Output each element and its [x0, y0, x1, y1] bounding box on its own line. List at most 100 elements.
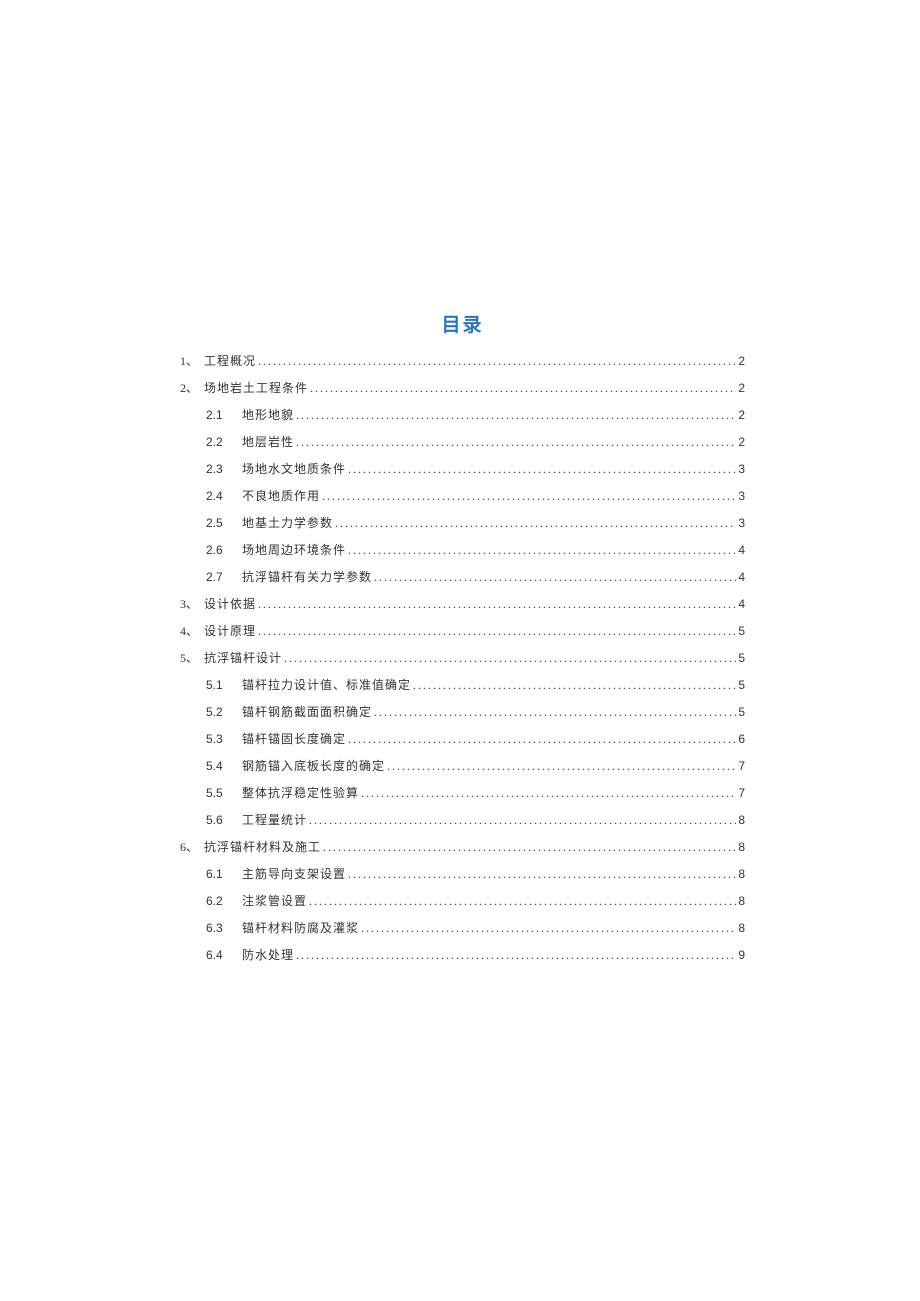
toc-entry-text: 整体抗浮稳定性验算	[242, 787, 359, 799]
toc-entry-text: 设计依据	[204, 598, 256, 610]
toc-entry-page: 8	[738, 922, 745, 934]
toc-entry-page: 2	[738, 436, 745, 448]
toc-leader-dots	[310, 382, 736, 394]
toc-entry: 2.4 不良地质作用 3	[206, 490, 745, 502]
toc-entry-text: 场地水文地质条件	[242, 463, 346, 475]
toc-entry-text: 注浆管设置	[242, 895, 307, 907]
toc-leader-dots	[309, 814, 736, 826]
toc-entry: 2.6场地周边环境条件4	[206, 544, 745, 556]
toc-entry: 5.6工程量统计 8	[206, 814, 745, 826]
toc-leader-dots	[335, 517, 736, 529]
toc-entry-number: 6.2	[206, 895, 224, 907]
toc-list: 1、工程概况22、场地岩土工程条件22.1地形地貌22.2地层岩性 22.3场地…	[180, 355, 745, 961]
toc-entry: 2.3 场地水文地质条件 3	[206, 463, 745, 475]
toc-entry-text: 抗浮锚杆材料及施工	[204, 841, 321, 853]
toc-entry: 4、设计原理5	[180, 625, 745, 637]
toc-entry-number: 6、	[180, 841, 198, 853]
toc-entry-page: 3	[738, 517, 745, 529]
toc-title: 目录	[180, 310, 745, 337]
toc-entry-page: 8	[738, 814, 745, 826]
toc-entry-text: 场地周边环境条件	[242, 544, 346, 556]
toc-entry: 2.2 地层岩性 2	[206, 436, 745, 448]
toc-entry-text: 不良地质作用	[242, 490, 320, 502]
toc-entry: 6.3锚杆材料防腐及灌浆8	[206, 922, 745, 934]
toc-leader-dots	[348, 733, 736, 745]
toc-leader-dots	[361, 787, 736, 799]
toc-entry-page: 7	[738, 787, 745, 799]
toc-entry-page: 5	[738, 679, 745, 691]
toc-leader-dots	[309, 895, 736, 907]
toc-leader-dots	[374, 706, 736, 718]
toc-entry-text: 工程概况	[204, 355, 256, 367]
toc-entry-number: 2.2	[206, 436, 224, 448]
toc-leader-dots	[296, 409, 736, 421]
toc-entry-text: 抗浮锚杆设计	[204, 652, 282, 664]
toc-entry-number: 5.6	[206, 814, 224, 826]
toc-entry: 2、场地岩土工程条件2	[180, 382, 745, 394]
toc-entry-page: 2	[738, 382, 745, 394]
toc-entry-text: 主筋导向支架设置	[242, 868, 346, 880]
toc-entry-text: 地基土力学参数	[242, 517, 333, 529]
toc-entry-text: 锚杆钢筋截面面积确定	[242, 706, 372, 718]
toc-entry: 5.1 锚杆拉力设计值、标准值确定 5	[206, 679, 745, 691]
toc-entry-number: 2.5	[206, 517, 224, 529]
toc-leader-dots	[296, 949, 736, 961]
toc-leader-dots	[348, 544, 736, 556]
toc-entry-page: 3	[738, 463, 745, 475]
toc-entry-number: 2.3	[206, 463, 224, 475]
toc-entry-number: 2.1	[206, 409, 224, 421]
toc-entry-number: 6.1	[206, 868, 224, 880]
toc-entry: 6、抗浮锚杆材料及施工 8	[180, 841, 745, 853]
toc-entry: 1、工程概况2	[180, 355, 745, 367]
toc-entry: 2.1 地形地貌 2	[206, 409, 745, 421]
toc-entry: 5.5 整体抗浮稳定性验算 7	[206, 787, 745, 799]
toc-entry: 5.2 锚杆钢筋截面面积确定 5	[206, 706, 745, 718]
toc-entry-page: 5	[738, 652, 745, 664]
toc-entry-text: 钢筋锚入底板长度的确定	[242, 760, 385, 772]
toc-entry: 6.2注浆管设置 8	[206, 895, 745, 907]
toc-entry-number: 5.1	[206, 679, 224, 691]
toc-entry-number: 4、	[180, 625, 198, 637]
toc-entry-page: 2	[738, 409, 745, 421]
toc-entry-number: 5、	[180, 652, 198, 664]
toc-entry-text: 设计原理	[204, 625, 256, 637]
toc-entry-page: 3	[738, 490, 745, 502]
toc-entry: 5.4 钢筋锚入底板长度的确定 7	[206, 760, 745, 772]
toc-leader-dots	[284, 652, 736, 664]
toc-entry-page: 4	[738, 598, 745, 610]
toc-entry-number: 2.6	[206, 544, 224, 556]
toc-entry-text: 抗浮锚杆有关力学参数	[242, 571, 372, 583]
toc-entry-number: 5.5	[206, 787, 224, 799]
toc-entry-page: 8	[738, 841, 745, 853]
toc-entry-page: 8	[738, 868, 745, 880]
toc-entry-page: 4	[738, 571, 745, 583]
toc-leader-dots	[361, 922, 736, 934]
toc-entry-number: 2.4	[206, 490, 224, 502]
toc-entry: 2.7抗浮锚杆有关力学参数4	[206, 571, 745, 583]
toc-entry-text: 锚杆拉力设计值、标准值确定	[242, 679, 411, 691]
toc-entry-page: 6	[738, 733, 745, 745]
toc-leader-dots	[413, 679, 736, 691]
toc-entry-number: 2、	[180, 382, 198, 394]
toc-leader-dots	[322, 490, 736, 502]
toc-entry-text: 锚杆锚固长度确定	[242, 733, 346, 745]
toc-leader-dots	[348, 868, 736, 880]
toc-leader-dots	[374, 571, 736, 583]
toc-entry-text: 防水处理	[242, 949, 294, 961]
toc-entry-page: 5	[738, 706, 745, 718]
toc-entry-number: 5.2	[206, 706, 224, 718]
toc-entry-text: 锚杆材料防腐及灌浆	[242, 922, 359, 934]
toc-entry-page: 2	[738, 355, 745, 367]
toc-leader-dots	[323, 841, 736, 853]
toc-entry-page: 7	[738, 760, 745, 772]
toc-leader-dots	[348, 463, 736, 475]
toc-entry-number: 5.4	[206, 760, 224, 772]
toc-entry-text: 地形地貌	[242, 409, 294, 421]
toc-entry: 6.1 主筋导向支架设置 8	[206, 868, 745, 880]
toc-entry: 6.4防水处理 9	[206, 949, 745, 961]
toc-entry-number: 3、	[180, 598, 198, 610]
toc-entry: 2.5 地基土力学参数 3	[206, 517, 745, 529]
toc-entry-number: 6.4	[206, 949, 224, 961]
toc-entry-text: 地层岩性	[242, 436, 294, 448]
toc-leader-dots	[387, 760, 736, 772]
